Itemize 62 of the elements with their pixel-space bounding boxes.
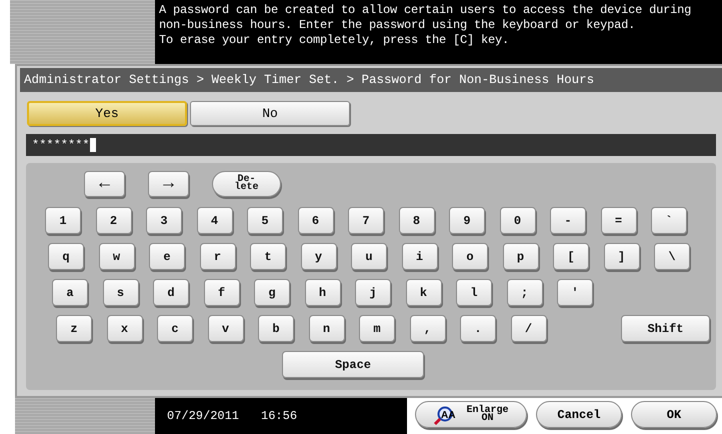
keyboard-key[interactable]: - [550,207,586,234]
keyboard-key[interactable]: p [502,243,538,270]
keyboard-key[interactable]: w [98,243,134,270]
keyboard-key[interactable]: n [308,315,344,342]
keyboard-key[interactable]: y [300,243,336,270]
instruction-message: A password can be created to allow certain users to access the device during non-business hours. Enter the password using the keyboard or keypad. To erase your entry completely, press the [C] key. [155,0,722,64]
keyboard-key[interactable]: l [456,279,492,306]
keyboard-key[interactable]: j [355,279,391,306]
keyboard-key[interactable]: = [600,207,636,234]
keyboard-key[interactable]: 2 [96,207,132,234]
keyboard-key[interactable]: ` [651,207,687,234]
keyboard-key[interactable]: c [157,315,193,342]
keyboard-key[interactable]: 8 [398,207,434,234]
keyboard-key[interactable]: 9 [449,207,485,234]
keyboard-key[interactable]: q [48,243,84,270]
keyboard-key[interactable]: m [359,315,395,342]
keyboard-key[interactable]: z [56,315,92,342]
time-text: 16:56 [261,409,298,423]
date-text: 07/29/2011 [167,409,240,423]
keyboard-key[interactable]: a [52,279,88,306]
keyboard-key[interactable]: ; [506,279,542,306]
keyboard-key[interactable]: s [102,279,138,306]
keyboard-key[interactable]: v [208,315,244,342]
text-cursor-icon [90,138,96,152]
keyboard-key[interactable]: x [106,315,142,342]
ok-button[interactable]: OK [631,401,717,428]
keyboard-key[interactable]: [ [553,243,589,270]
option-button[interactable]: Yes [27,101,187,126]
keyboard-key[interactable]: 0 [500,207,536,234]
keyboard-key[interactable]: t [250,243,286,270]
keyboard-key[interactable]: \ [654,243,690,270]
keyboard-key[interactable]: 7 [348,207,384,234]
keyboard-key[interactable]: 6 [298,207,334,234]
keyboard-key[interactable]: 4 [196,207,232,234]
keyboard-key[interactable]: o [452,243,488,270]
option-button[interactable]: No [190,101,350,126]
keyboard-key[interactable]: 5 [247,207,283,234]
delete-key[interactable]: De- lete [212,171,281,197]
left-arrow-key[interactable]: ← [84,171,125,197]
keyboard-key[interactable]: d [153,279,189,306]
keyboard-key[interactable]: . [460,315,496,342]
keyboard-key[interactable]: k [406,279,442,306]
keyboard-key[interactable]: 1 [45,207,81,234]
keyboard-key[interactable]: b [258,315,294,342]
cancel-button[interactable]: Cancel [536,401,622,428]
keyboard-key[interactable]: r [200,243,236,270]
keyboard-key[interactable]: f [204,279,240,306]
keyboard-key[interactable]: h [304,279,340,306]
shift-key[interactable]: Shift [621,315,710,342]
keyboard-key[interactable]: g [254,279,290,306]
keyboard-key[interactable]: , [410,315,446,342]
keyboard-key[interactable]: u [351,243,387,270]
keyboard-key[interactable]: e [149,243,185,270]
space-key[interactable]: Space [282,351,424,378]
breadcrumb: Administrator Settings > Weekly Timer Set. > Password for Non-Business Hours [20,68,722,92]
keyboard-key[interactable]: ] [604,243,640,270]
keyboard-key[interactable]: i [402,243,438,270]
keyboard-key[interactable]: 3 [146,207,182,234]
password-field[interactable]: ******** [26,134,716,156]
keyboard-key[interactable]: ' [557,279,593,306]
keyboard-key[interactable]: / [510,315,546,342]
right-arrow-key[interactable]: → [148,171,189,197]
